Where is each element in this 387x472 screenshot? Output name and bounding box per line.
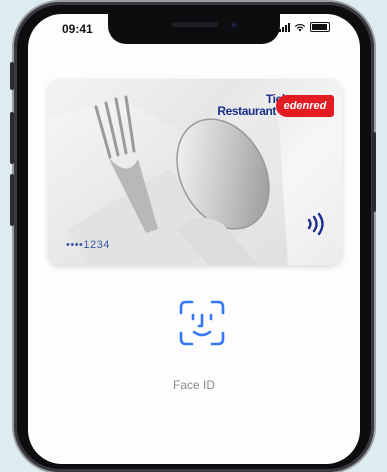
speaker [172,22,218,27]
wifi-icon [294,23,306,32]
side-button [372,132,376,212]
card-number: ••••1234 [66,239,110,251]
volume-down-button [10,174,14,226]
status-indicators [279,22,330,32]
contactless-icon [307,212,324,236]
mute-switch [10,62,14,90]
face-id-label: Face ID [172,378,215,392]
face-id-icon [179,300,225,346]
volume-up-button [10,112,14,164]
status-time: 09:41 [62,22,93,36]
battery-icon [310,22,330,32]
phone-screen: 09:41 Restaurant edenred ••••1234 Face I… [28,14,360,464]
brand-line-2: Restaurant [217,104,276,118]
card-brand: Ticket Restaurant edenred [217,93,334,118]
front-camera [230,21,238,29]
payment-card[interactable]: Ticket Restaurant edenred ••••1234 [48,79,342,265]
notch [108,14,280,44]
signal-icon [279,23,290,32]
edenred-logo: edenred [276,95,334,117]
